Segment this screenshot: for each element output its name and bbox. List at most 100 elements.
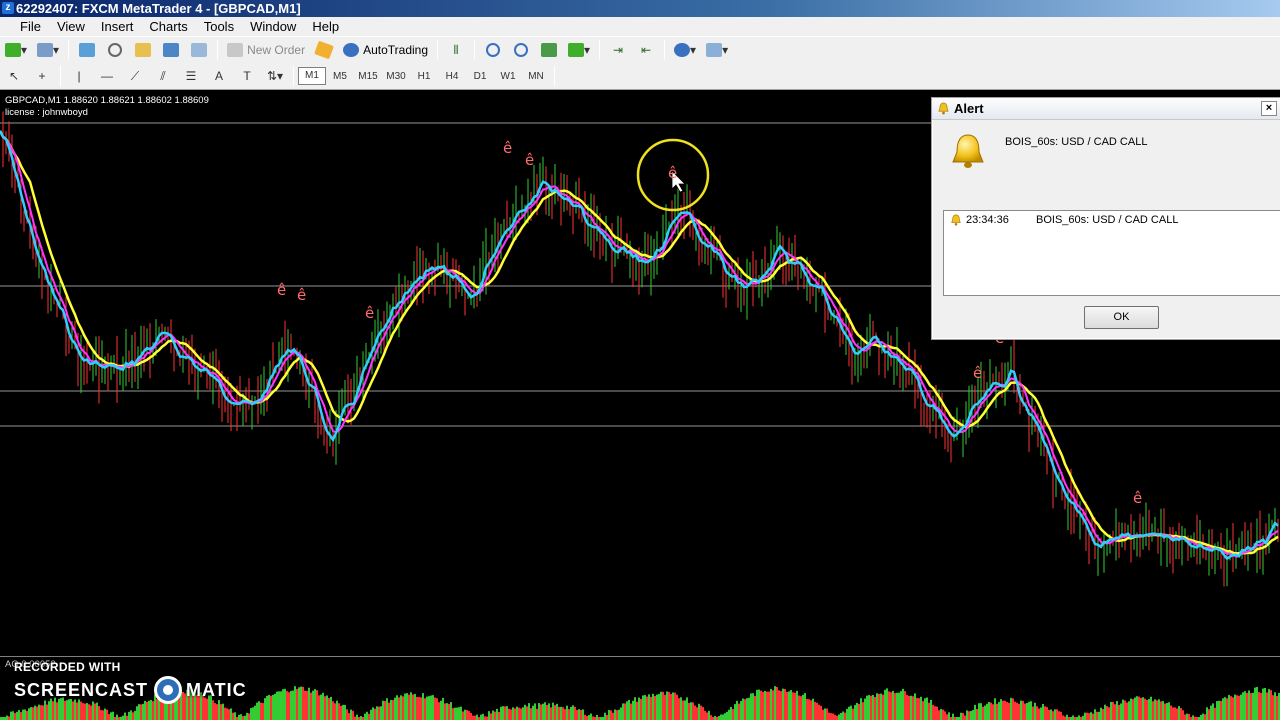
oscillator-bar xyxy=(360,716,362,720)
oscillator-bar xyxy=(980,703,982,720)
indicators-button[interactable]: ▾ xyxy=(566,39,592,61)
market-watch-icon xyxy=(79,43,96,57)
oscillator-bar xyxy=(622,703,624,720)
oscillator-bar xyxy=(768,691,770,720)
crosshair-button[interactable]: + xyxy=(31,65,53,87)
oscillator-bar xyxy=(238,714,240,720)
oscillator-bar xyxy=(1224,697,1226,720)
arrows-button[interactable]: ⇅▾ xyxy=(264,65,286,87)
oscillator-bar xyxy=(296,689,298,720)
timeframe-m15[interactable]: M15 xyxy=(354,71,382,82)
tile-windows-button[interactable] xyxy=(538,39,560,61)
alert-history-list[interactable]: 23:34:36 BOIS_60s: USD / CAD CALL xyxy=(943,210,1280,296)
zoom-out-button[interactable] xyxy=(510,39,532,61)
new-order-button[interactable]: New Order xyxy=(225,39,307,61)
close-icon[interactable]: × xyxy=(1261,101,1277,116)
oscillator-bar xyxy=(720,714,722,720)
oscillator-bar xyxy=(1166,703,1168,720)
oscillator-bar xyxy=(918,698,920,720)
oscillator-bar xyxy=(994,698,996,720)
oscillator-bar xyxy=(256,702,258,720)
oscillator-bar xyxy=(572,705,574,720)
timeframe-m1[interactable]: M1 xyxy=(298,67,326,85)
oscillator-bar xyxy=(220,704,222,720)
vertical-line-button[interactable]: | xyxy=(68,65,90,87)
menu-window[interactable]: Window xyxy=(242,17,304,36)
timeframe-w1[interactable]: W1 xyxy=(494,71,522,82)
oscillator-bar xyxy=(444,703,446,720)
oscillator-bar xyxy=(90,705,92,720)
oscillator-bar xyxy=(310,692,312,720)
oscillator-bar xyxy=(1044,706,1046,720)
alert-title-bar[interactable]: Alert × xyxy=(932,98,1280,120)
oscillator-bar xyxy=(1146,699,1148,720)
oscillator-bar xyxy=(1214,707,1216,720)
bar-chart-button[interactable]: ⫴ xyxy=(445,39,467,61)
menu-bar: File View Insert Charts Tools Window Hel… xyxy=(0,17,1280,36)
oscillator-bar xyxy=(1078,715,1080,720)
ok-button[interactable]: OK xyxy=(1084,306,1159,329)
periods-button[interactable]: ▾ xyxy=(672,39,698,61)
oscillator-bar xyxy=(808,699,810,720)
menu-view[interactable]: View xyxy=(49,17,93,36)
oscillator-bar xyxy=(678,698,680,720)
oscillator-bar xyxy=(1006,702,1008,720)
oscillator-bar xyxy=(702,707,704,720)
menu-help[interactable]: Help xyxy=(304,17,347,36)
window-title-bar[interactable]: z 62292407: FXCM MetaTrader 4 - [GBPCAD,… xyxy=(0,0,1280,17)
oscillator-bar xyxy=(1054,709,1056,720)
text-tool-button[interactable]: A xyxy=(208,65,230,87)
oscillator-bar xyxy=(756,689,758,720)
zoom-in-button[interactable] xyxy=(482,39,504,61)
navigator-button[interactable] xyxy=(132,39,154,61)
oscillator-bar xyxy=(306,690,308,720)
oscillator-bar xyxy=(848,706,850,720)
oscillator-bar xyxy=(422,693,424,720)
menu-insert[interactable]: Insert xyxy=(93,17,142,36)
profiles-button[interactable]: ▾ xyxy=(35,39,61,61)
oscillator-bar xyxy=(692,702,694,720)
oscillator-bar xyxy=(500,706,502,720)
tester-button[interactable] xyxy=(188,39,210,61)
timeframe-d1[interactable]: D1 xyxy=(466,71,494,82)
cursor-button[interactable]: ↖ xyxy=(3,65,25,87)
trendline-button[interactable]: ⟋ xyxy=(124,65,146,87)
auto-scroll-button[interactable]: ⇤ xyxy=(635,39,657,61)
oscillator-bar xyxy=(718,716,720,720)
market-watch-button[interactable] xyxy=(76,39,98,61)
oscillator-bar xyxy=(570,706,572,720)
terminal-button[interactable] xyxy=(160,39,182,61)
new-chart-button[interactable]: ▾ xyxy=(3,39,29,61)
menu-tools[interactable]: Tools xyxy=(196,17,242,36)
oscillator-bar xyxy=(972,710,974,720)
oscillator-bar xyxy=(908,695,910,720)
horizontal-line-button[interactable]: — xyxy=(96,65,118,87)
fibonacci-button[interactable]: ☰ xyxy=(180,65,202,87)
menu-file[interactable]: File xyxy=(2,17,49,36)
timeframe-h4[interactable]: H4 xyxy=(438,71,466,82)
templates-button[interactable]: ▾ xyxy=(704,39,730,61)
oscillator-bar xyxy=(1200,714,1202,720)
timeframe-mn[interactable]: MN xyxy=(522,71,550,82)
data-window-button[interactable] xyxy=(104,39,126,61)
oscillator-bar xyxy=(748,697,750,720)
oscillator-bar xyxy=(380,706,382,720)
oscillator-bar xyxy=(372,707,374,720)
oscillator-bar xyxy=(1256,687,1258,720)
timeframe-h1[interactable]: H1 xyxy=(410,71,438,82)
chart-shift-button[interactable]: ⇥ xyxy=(607,39,629,61)
oscillator-bar xyxy=(258,701,260,720)
timeframe-m5[interactable]: M5 xyxy=(326,71,354,82)
menu-charts[interactable]: Charts xyxy=(141,17,195,36)
equidistant-channel-button[interactable]: ⫽ xyxy=(152,65,174,87)
oscillator-bar xyxy=(1124,700,1126,720)
alert-history-row[interactable]: 23:34:36 BOIS_60s: USD / CAD CALL xyxy=(944,211,1280,229)
license-line: license : johnwboyd xyxy=(5,107,88,118)
oscillator-bar xyxy=(260,702,262,720)
oscillator-bar xyxy=(858,704,860,720)
timeframe-m30[interactable]: M30 xyxy=(382,71,410,82)
metaeditor-button[interactable] xyxy=(313,39,335,61)
text-label-button[interactable]: T xyxy=(236,65,258,87)
autotrading-button[interactable]: AutoTrading xyxy=(341,39,430,61)
oscillator-bar xyxy=(976,708,978,720)
